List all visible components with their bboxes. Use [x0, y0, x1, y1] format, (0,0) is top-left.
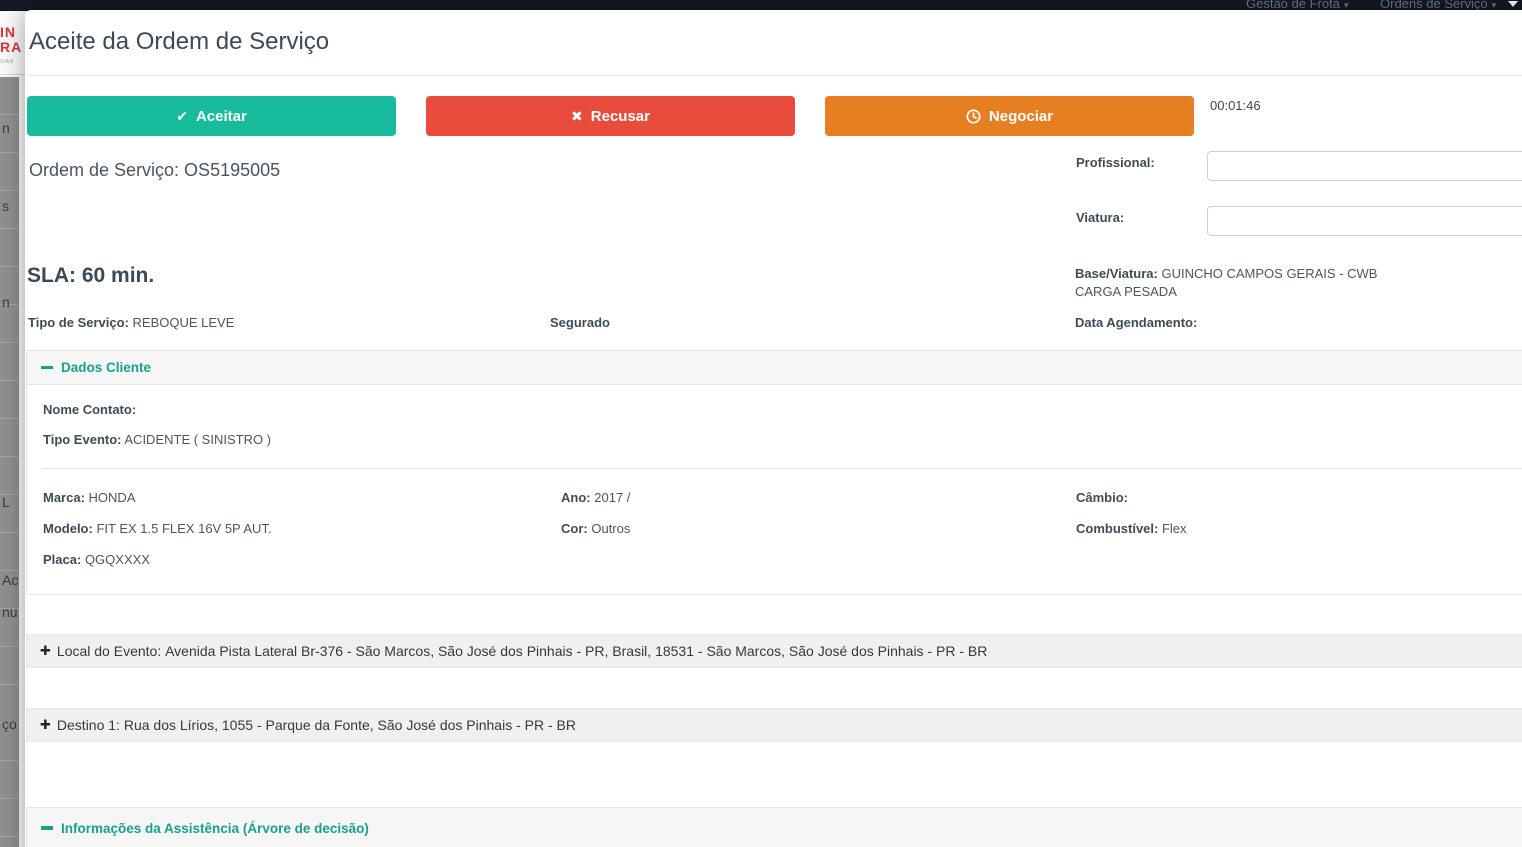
background-page-strip: IN RA VIAN n s n L Ac nu ço — [0, 11, 25, 847]
menu-text-fragment: n — [2, 120, 10, 136]
logo-line-1: IN — [0, 25, 16, 40]
negotiate-button[interactable]: Negociar — [825, 96, 1194, 136]
menu-text-fragment: ço — [2, 716, 17, 732]
chevron-down-icon: ▾ — [1343, 0, 1349, 10]
clock-icon — [966, 108, 981, 124]
menu-text-fragment: nu — [2, 604, 18, 620]
menu-text-fragment: Ac — [2, 572, 19, 588]
accept-button-label: Aceitar — [195, 107, 247, 125]
vehicle-fuel: Combustível: Flex — [1076, 521, 1187, 536]
client-data-panel-title: Dados Cliente — [61, 360, 152, 375]
vehicle-input[interactable] — [1207, 206, 1522, 236]
vehicle-label: Viatura: — [1076, 210, 1125, 225]
app-logo-fragment: IN RA — [0, 25, 24, 55]
service-type: Tipo de Serviço: REBOQUE LEVE — [28, 314, 234, 332]
collapse-minus-icon — [41, 826, 53, 830]
nav-caret-fragment — [1508, 1, 1518, 7]
assistance-info-panel-header[interactable]: Informações da Assistência (Árvore de de… — [27, 808, 1522, 847]
insured-label: Segurado — [550, 315, 610, 330]
background-menu-strip: n s n L Ac nu ço — [0, 77, 19, 847]
contact-name: Nome Contato: — [43, 402, 137, 417]
negotiate-button-label: Negociar — [988, 107, 1054, 125]
collapse-minus-icon — [41, 365, 53, 370]
logo-caption: VIAN — [0, 59, 14, 65]
refuse-button-label: Recusar — [590, 107, 650, 125]
menu-text-fragment: n — [2, 294, 10, 310]
event-location-value: Avenida Pista Lateral Br-376 - São Marco… — [165, 643, 988, 659]
schedule-date-label: Data Agendamento: — [1075, 315, 1198, 330]
destination-bar[interactable]: ✚ Destino 1: Rua dos Lírios, 1055 - Parq… — [26, 708, 1522, 742]
schedule-date: Data Agendamento: — [1075, 314, 1197, 332]
service-type-label: Tipo de Serviço: — [28, 315, 129, 330]
assistance-info-panel: Informações da Assistência (Árvore de de… — [26, 807, 1522, 847]
destination-value: Rua dos Lírios, 1055 - Parque da Fonte, … — [123, 717, 576, 733]
x-icon: ✖ — [571, 108, 583, 124]
sla-value: SLA: 60 min. — [27, 264, 155, 287]
refuse-button[interactable]: ✖ Recusar — [426, 96, 795, 136]
service-order-accept-dialog: Aceite da Ordem de Serviço ✔ Aceitar ✖ R… — [25, 10, 1522, 847]
assistance-info-panel-title: Informações da Assistência (Árvore de de… — [61, 821, 369, 836]
professional-label: Profissional: — [1076, 155, 1155, 170]
countdown-timer: 00:01:46 — [1210, 98, 1261, 113]
vehicle-year: Ano: 2017 / — [561, 490, 631, 505]
dialog-title: Aceite da Ordem de Serviço — [29, 28, 330, 55]
screen: Gestão de Frota ▾ Ordens de Serviço ▾ IN R… — [0, 0, 1522, 847]
event-location-bar[interactable]: ✚ Local do Evento: Avenida Pista Lateral… — [26, 634, 1522, 668]
client-data-panel-header[interactable]: Dados Cliente — [27, 351, 1522, 385]
vehicle-color: Cor: Outros — [561, 521, 631, 536]
event-location-label: Local do Evento: — [56, 643, 162, 659]
vehicle-gearbox: Câmbio: — [1076, 490, 1128, 505]
divider — [0, 74, 25, 75]
menu-text-fragment: L — [2, 494, 10, 510]
event-type: Tipo Evento: ACIDENTE ( SINISTRO ) — [43, 432, 272, 447]
chevron-down-icon: ▾ — [1491, 0, 1497, 10]
vehicle-brand: Marca: HONDA — [43, 490, 136, 505]
client-data-panel: Dados Cliente Nome Contato: Tipo Evento:… — [26, 350, 1522, 595]
order-number: Ordem de Serviço: OS5195005 — [29, 160, 281, 180]
logo-line-2: RA — [0, 39, 23, 55]
base-vehicle-label: Base/Viatura: — [1075, 266, 1158, 281]
service-type-value: REBOQUE LEVE — [132, 315, 235, 330]
menu-text-fragment: s — [2, 198, 9, 214]
vehicle-plate: Placa: QGQXXXX — [43, 552, 150, 567]
check-icon: ✔ — [176, 108, 188, 124]
divider — [29, 75, 1522, 76]
base-vehicle: Base/Viatura: GUINCHO CAMPOS GERAIS - CW… — [1075, 265, 1420, 301]
professional-input[interactable] — [1207, 151, 1522, 181]
expand-plus-icon: ✚ — [40, 643, 51, 658]
vehicle-model: Modelo: FIT EX 1.5 FLEX 16V 5P AUT. — [43, 521, 272, 536]
destination-label: Destino 1: — [56, 717, 120, 733]
expand-plus-icon: ✚ — [40, 717, 51, 732]
accept-button[interactable]: ✔ Aceitar — [27, 96, 396, 136]
divider — [42, 468, 1522, 469]
